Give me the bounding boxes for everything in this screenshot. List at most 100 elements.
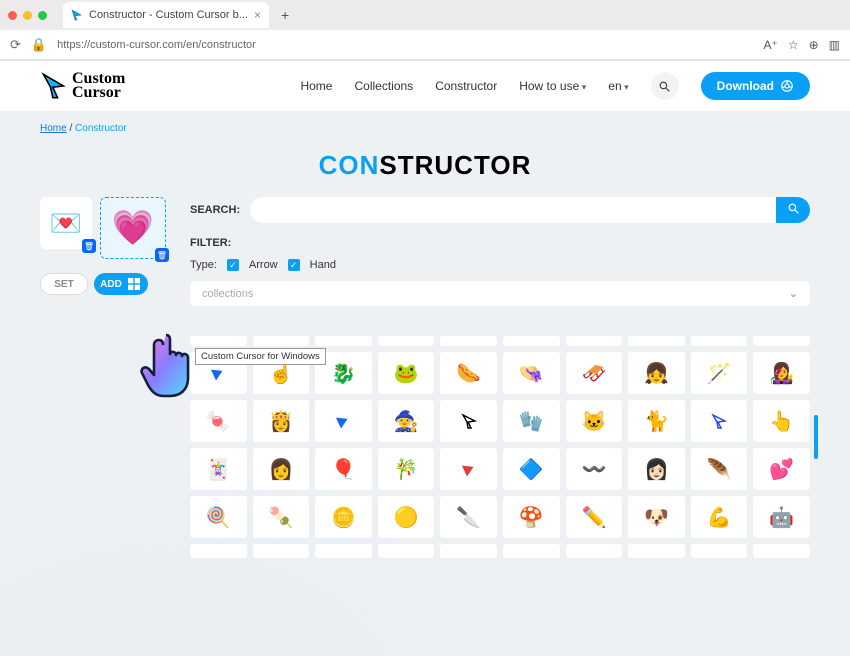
nav-language[interactable]: en <box>608 79 628 93</box>
cursor-item-candy[interactable]: 🍬 <box>190 400 247 442</box>
cursor-item-line[interactable]: 〰️ <box>566 448 623 490</box>
checkbox-arrow[interactable]: ✓ <box>227 259 239 271</box>
selected-pointer-slot[interactable]: 💗 🗑 <box>100 197 166 259</box>
cursor-item-pencil[interactable]: ✏️ <box>566 496 623 538</box>
main-nav: Home Collections Constructor How to use … <box>300 72 810 100</box>
cursor-item-feather[interactable]: 🪶 <box>691 448 748 490</box>
cursor-item-popsicle[interactable]: 🍡 <box>253 496 310 538</box>
window-controls[interactable] <box>8 11 47 20</box>
collections-label: collections <box>202 288 253 300</box>
collections-icon[interactable]: ⊕ <box>809 38 819 52</box>
cursor-item-cat-lucky[interactable]: 🐈 <box>628 400 685 442</box>
cursor-item-card[interactable]: 🃏 <box>190 448 247 490</box>
title-part-b: STRUCTOR <box>379 150 531 180</box>
cursor-item-arrow-blue2[interactable] <box>315 400 372 442</box>
type-label: Type: <box>190 259 217 271</box>
filter-arrow-label: Arrow <box>249 259 278 271</box>
search-icon <box>787 202 800 215</box>
cursor-item-princess[interactable]: 👸 <box>253 400 310 442</box>
cursor-item-woman2[interactable]: 👩🏻 <box>628 448 685 490</box>
nav-how-to-use[interactable]: How to use <box>519 79 586 93</box>
cursor-item-arrow-outline[interactable] <box>440 400 497 442</box>
cursor-item-sausage[interactable]: 🌭 <box>440 352 497 394</box>
header-search-button[interactable] <box>651 72 679 100</box>
pink-heart-icon: 💗 <box>112 208 154 248</box>
cursor-item-finger[interactable]: 👆 <box>753 400 810 442</box>
cursor-item-balloons[interactable]: 🎈 <box>315 448 372 490</box>
tab-title: Constructor - Custom Cursor b... <box>89 9 248 21</box>
maximize-window-icon[interactable] <box>38 11 47 20</box>
cursor-item-anime[interactable]: 👩‍🎤 <box>753 352 810 394</box>
search-submit-button[interactable] <box>776 197 810 223</box>
hand-pointer-cursor-icon <box>140 329 204 399</box>
cursor-item-shield[interactable]: 🔷 <box>503 448 560 490</box>
tab-close-icon[interactable]: × <box>254 8 261 22</box>
extensions-icon[interactable]: ▥ <box>829 38 840 52</box>
breadcrumb-home[interactable]: Home <box>40 123 67 134</box>
browser-chrome: Constructor - Custom Cursor b... × + ⟳ 🔒… <box>0 0 850 61</box>
cursor-item-wand[interactable]: 🪄 <box>691 352 748 394</box>
cursor-item-coin[interactable]: 🪙 <box>315 496 372 538</box>
chevron-down-icon: ⌄ <box>789 287 798 300</box>
reload-icon[interactable]: ⟳ <box>10 37 21 53</box>
breadcrumb-current: Constructor <box>75 123 127 134</box>
windows-icon <box>126 276 142 292</box>
cursor-item-wizard-hat[interactable]: 🧙 <box>378 400 435 442</box>
nav-collections[interactable]: Collections <box>354 79 413 93</box>
filter-panel: SEARCH: FILTER: Type: ✓ Arrow ✓ Hand col… <box>190 197 810 558</box>
cursor-item-badge[interactable]: 🟡 <box>378 496 435 538</box>
checkbox-hand[interactable]: ✓ <box>288 259 300 271</box>
cursor-item-knife[interactable]: 🔪 <box>440 496 497 538</box>
cursor-item-sled[interactable]: 🛷 <box>566 352 623 394</box>
new-tab-button[interactable]: + <box>275 5 295 25</box>
cursor-item-frog[interactable]: 🐸 <box>378 352 435 394</box>
scroll-indicator[interactable] <box>814 415 818 459</box>
cursor-item-arrow-outline2[interactable] <box>691 400 748 442</box>
cursor-item-glove[interactable]: 🧤 <box>503 400 560 442</box>
nav-constructor[interactable]: Constructor <box>435 79 497 93</box>
envelope-hearts-icon: 💌 <box>50 208 82 239</box>
search-label: SEARCH: <box>190 204 240 216</box>
page-body: Home / Constructor CONSTRUCTOR 💌 🗑 💗 🗑 S… <box>0 111 850 656</box>
remove-selection-icon[interactable]: 🗑 <box>155 248 169 262</box>
browser-tab[interactable]: Constructor - Custom Cursor b... × <box>63 2 269 28</box>
cursor-item-cat-pink[interactable]: 🐱 <box>566 400 623 442</box>
grid-footer-row <box>190 544 810 558</box>
tab-favicon-icon <box>71 9 83 21</box>
lock-icon[interactable]: 🔒 <box>31 37 47 53</box>
url-text[interactable]: https://custom-cursor.com/en/constructor <box>57 39 753 51</box>
cursor-item-robot[interactable]: 🤖 <box>753 496 810 538</box>
address-bar: ⟳ 🔒 https://custom-cursor.com/en/constru… <box>0 30 850 60</box>
cursor-item-dog[interactable]: 🐶 <box>628 496 685 538</box>
set-button[interactable]: SET <box>40 273 88 295</box>
selected-cursor-slot[interactable]: 💌 🗑 <box>40 197 92 249</box>
minimize-window-icon[interactable] <box>23 11 32 20</box>
cursor-item-hat-red[interactable]: 👒 <box>503 352 560 394</box>
download-label: Download <box>717 79 774 93</box>
cursor-item-girl[interactable]: 👧 <box>628 352 685 394</box>
search-input[interactable] <box>250 197 776 223</box>
site-header: CustomCursor Home Collections Constructo… <box>0 61 850 111</box>
type-filter-row: Type: ✓ Arrow ✓ Hand <box>190 259 810 271</box>
add-button[interactable]: ADD <box>94 273 148 295</box>
cursor-item-woman[interactable]: 👩 <box>253 448 310 490</box>
read-aloud-icon[interactable]: A⁺ <box>763 38 777 52</box>
download-button[interactable]: Download <box>701 72 810 100</box>
cursor-item-candy2[interactable]: 🍭 <box>190 496 247 538</box>
cursor-item-hearts[interactable]: 💕 <box>753 448 810 490</box>
collections-dropdown[interactable]: collections ⌄ <box>190 281 810 306</box>
close-window-icon[interactable] <box>8 11 17 20</box>
cursor-item-arm[interactable]: 💪 <box>691 496 748 538</box>
filter-hand-label: Hand <box>310 259 336 271</box>
tab-bar: Constructor - Custom Cursor b... × + <box>0 0 850 30</box>
filter-label: FILTER: <box>190 237 810 249</box>
remove-selection-icon[interactable]: 🗑 <box>82 239 96 253</box>
title-part-a: CON <box>319 150 380 180</box>
favorite-icon[interactable]: ☆ <box>788 38 799 52</box>
nav-home[interactable]: Home <box>300 79 332 93</box>
cursor-item-ornament[interactable]: 🎋 <box>378 448 435 490</box>
logo[interactable]: CustomCursor <box>40 72 125 101</box>
cursor-item-arrow-red[interactable] <box>440 448 497 490</box>
breadcrumb: Home / Constructor <box>40 111 810 146</box>
cursor-item-mush[interactable]: 🍄 <box>503 496 560 538</box>
